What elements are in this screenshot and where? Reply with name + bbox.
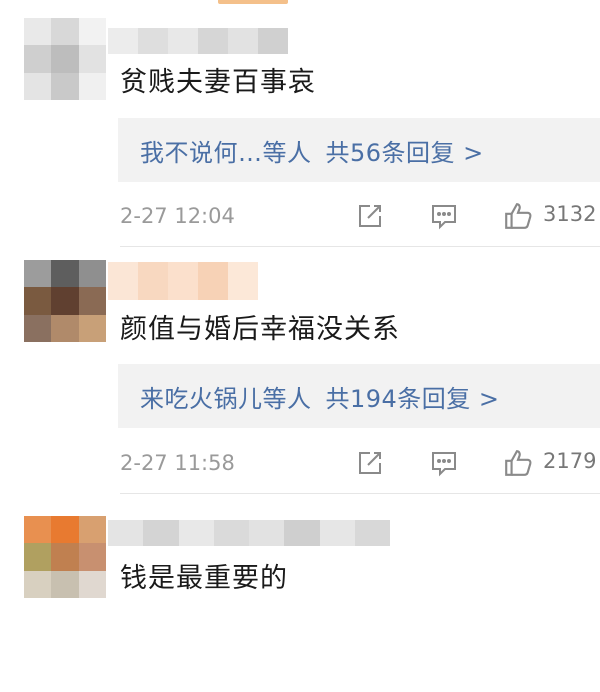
reply-count: 共56条回复 >: [325, 138, 484, 167]
reply-users: 我不说何…等人: [140, 138, 312, 167]
timestamp: 2-27 11:58: [120, 451, 235, 475]
username-blurred[interactable]: [108, 262, 258, 300]
avatar[interactable]: [24, 516, 106, 598]
reply-users: 来吃火锅儿等人: [140, 384, 312, 413]
username-blurred[interactable]: [108, 28, 288, 54]
like-count: 3132: [543, 202, 597, 226]
top-accent-bar: [218, 0, 288, 4]
replies-preview[interactable]: 我不说何…等人 共56条回复 >: [118, 118, 600, 182]
thumbs-up-icon[interactable]: [503, 448, 533, 478]
username-blurred[interactable]: [108, 520, 390, 546]
share-edit-icon[interactable]: [356, 202, 384, 230]
share-edit-icon[interactable]: [356, 449, 384, 477]
thumbs-up-icon[interactable]: [503, 201, 533, 231]
comment-text: 贫贱夫妻百事哀: [120, 67, 316, 98]
reply-count: 共194条回复 >: [325, 384, 500, 413]
divider: [120, 493, 600, 494]
timestamp: 2-27 12:04: [120, 204, 235, 228]
comment-text: 钱是最重要的: [120, 563, 288, 594]
avatar[interactable]: [24, 260, 106, 342]
comment-bubble-icon[interactable]: [430, 449, 458, 477]
avatar[interactable]: [24, 18, 106, 100]
comment-text: 颜值与婚后幸福没关系: [120, 314, 400, 345]
comment-meta: 2-27 11:58 2179: [120, 446, 600, 480]
comment-meta: 2-27 12:04 3132: [120, 199, 600, 233]
replies-preview[interactable]: 来吃火锅儿等人 共194条回复 >: [118, 364, 600, 428]
divider: [120, 246, 600, 247]
comment-bubble-icon[interactable]: [430, 202, 458, 230]
like-count: 2179: [543, 449, 597, 473]
